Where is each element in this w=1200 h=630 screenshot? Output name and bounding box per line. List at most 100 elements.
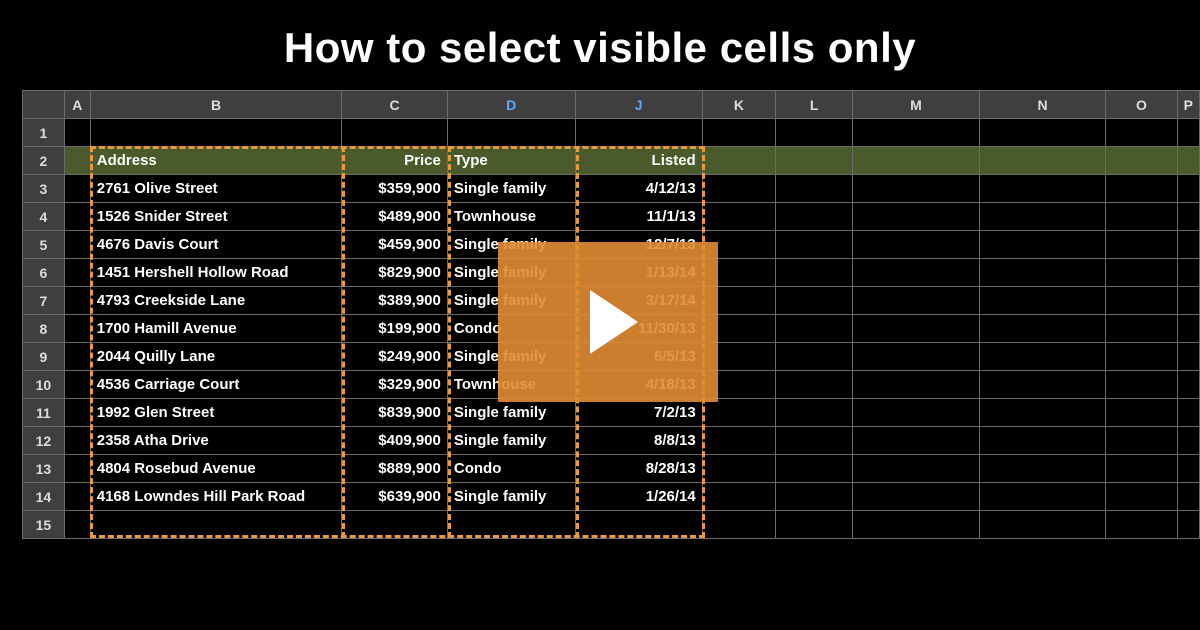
cell[interactable]	[1177, 427, 1199, 455]
cell[interactable]	[64, 343, 90, 371]
cell[interactable]	[853, 203, 980, 231]
row-header[interactable]: 2	[23, 147, 65, 175]
cell[interactable]: $199,900	[342, 315, 448, 343]
cell[interactable]	[64, 203, 90, 231]
col-header-M[interactable]: M	[853, 91, 980, 119]
cell[interactable]	[853, 119, 980, 147]
row-header[interactable]: 4	[23, 203, 65, 231]
cell[interactable]: 11/1/13	[575, 203, 702, 231]
cell[interactable]	[1177, 287, 1199, 315]
row-header[interactable]: 14	[23, 483, 65, 511]
col-header-J[interactable]: J	[575, 91, 702, 119]
cell[interactable]	[979, 483, 1106, 511]
cell[interactable]	[776, 259, 853, 287]
cell[interactable]	[1106, 315, 1177, 343]
col-header-A[interactable]: A	[64, 91, 90, 119]
cell[interactable]	[1177, 511, 1199, 539]
cell[interactable]	[1106, 399, 1177, 427]
row-header[interactable]: 11	[23, 399, 65, 427]
cell[interactable]: 4/12/13	[575, 175, 702, 203]
cell[interactable]: Single family	[447, 427, 575, 455]
cell[interactable]	[979, 315, 1106, 343]
cell[interactable]	[342, 511, 448, 539]
cell[interactable]	[853, 343, 980, 371]
cell[interactable]	[64, 455, 90, 483]
play-button[interactable]	[498, 242, 718, 402]
cell[interactable]: $459,900	[342, 231, 448, 259]
cell[interactable]	[64, 427, 90, 455]
cell[interactable]	[447, 119, 575, 147]
cell[interactable]	[776, 371, 853, 399]
cell[interactable]: Listed	[575, 147, 702, 175]
cell[interactable]	[64, 483, 90, 511]
cell[interactable]	[1106, 371, 1177, 399]
cell[interactable]	[853, 511, 980, 539]
row-header[interactable]: 15	[23, 511, 65, 539]
cell[interactable]	[979, 259, 1106, 287]
cell[interactable]	[979, 287, 1106, 315]
cell[interactable]: $489,900	[342, 203, 448, 231]
cell[interactable]	[979, 371, 1106, 399]
cell[interactable]	[1106, 175, 1177, 203]
cell[interactable]: $389,900	[342, 287, 448, 315]
cell[interactable]: $829,900	[342, 259, 448, 287]
cell[interactable]	[776, 399, 853, 427]
cell[interactable]	[776, 511, 853, 539]
cell[interactable]	[776, 483, 853, 511]
cell[interactable]: $639,900	[342, 483, 448, 511]
cell[interactable]	[702, 119, 775, 147]
cell[interactable]	[1177, 399, 1199, 427]
cell[interactable]	[1106, 231, 1177, 259]
cell[interactable]	[1106, 427, 1177, 455]
cell[interactable]: $249,900	[342, 343, 448, 371]
cell[interactable]	[979, 119, 1106, 147]
cell[interactable]: 2761 Olive Street	[90, 175, 342, 203]
cell[interactable]	[575, 511, 702, 539]
cell[interactable]	[853, 315, 980, 343]
cell[interactable]	[702, 203, 775, 231]
cell[interactable]	[1177, 203, 1199, 231]
cell[interactable]	[64, 147, 90, 175]
cell[interactable]	[64, 175, 90, 203]
cell[interactable]: 4804 Rosebud Avenue	[90, 455, 342, 483]
cell[interactable]: 1/26/14	[575, 483, 702, 511]
cell[interactable]	[776, 203, 853, 231]
cell[interactable]: 7/2/13	[575, 399, 702, 427]
cell[interactable]	[1106, 343, 1177, 371]
col-header-B[interactable]: B	[90, 91, 342, 119]
row-header[interactable]: 9	[23, 343, 65, 371]
cell[interactable]	[1177, 455, 1199, 483]
row-header[interactable]: 10	[23, 371, 65, 399]
cell[interactable]: 4168 Lowndes Hill Park Road	[90, 483, 342, 511]
cell[interactable]	[64, 259, 90, 287]
cell[interactable]: Condo	[447, 455, 575, 483]
cell[interactable]	[776, 315, 853, 343]
cell[interactable]	[1106, 203, 1177, 231]
cell[interactable]	[776, 343, 853, 371]
col-header-L[interactable]: L	[776, 91, 853, 119]
cell[interactable]	[979, 511, 1106, 539]
row-header[interactable]: 13	[23, 455, 65, 483]
cell[interactable]	[853, 399, 980, 427]
cell[interactable]	[853, 287, 980, 315]
cell[interactable]	[979, 203, 1106, 231]
cell[interactable]: $409,900	[342, 427, 448, 455]
cell[interactable]: 8/8/13	[575, 427, 702, 455]
cell[interactable]	[64, 231, 90, 259]
cell[interactable]	[776, 455, 853, 483]
cell[interactable]	[64, 399, 90, 427]
row-header[interactable]: 7	[23, 287, 65, 315]
cell[interactable]	[702, 175, 775, 203]
cell[interactable]: $359,900	[342, 175, 448, 203]
cell[interactable]	[64, 511, 90, 539]
row-header[interactable]: 3	[23, 175, 65, 203]
cell[interactable]: 4676 Davis Court	[90, 231, 342, 259]
cell[interactable]: Price	[342, 147, 448, 175]
cell[interactable]: 1451 Hershell Hollow Road	[90, 259, 342, 287]
cell[interactable]	[979, 231, 1106, 259]
cell[interactable]	[1106, 147, 1177, 175]
cell[interactable]	[1177, 175, 1199, 203]
cell[interactable]	[64, 287, 90, 315]
cell[interactable]	[1106, 287, 1177, 315]
cell[interactable]	[342, 119, 448, 147]
